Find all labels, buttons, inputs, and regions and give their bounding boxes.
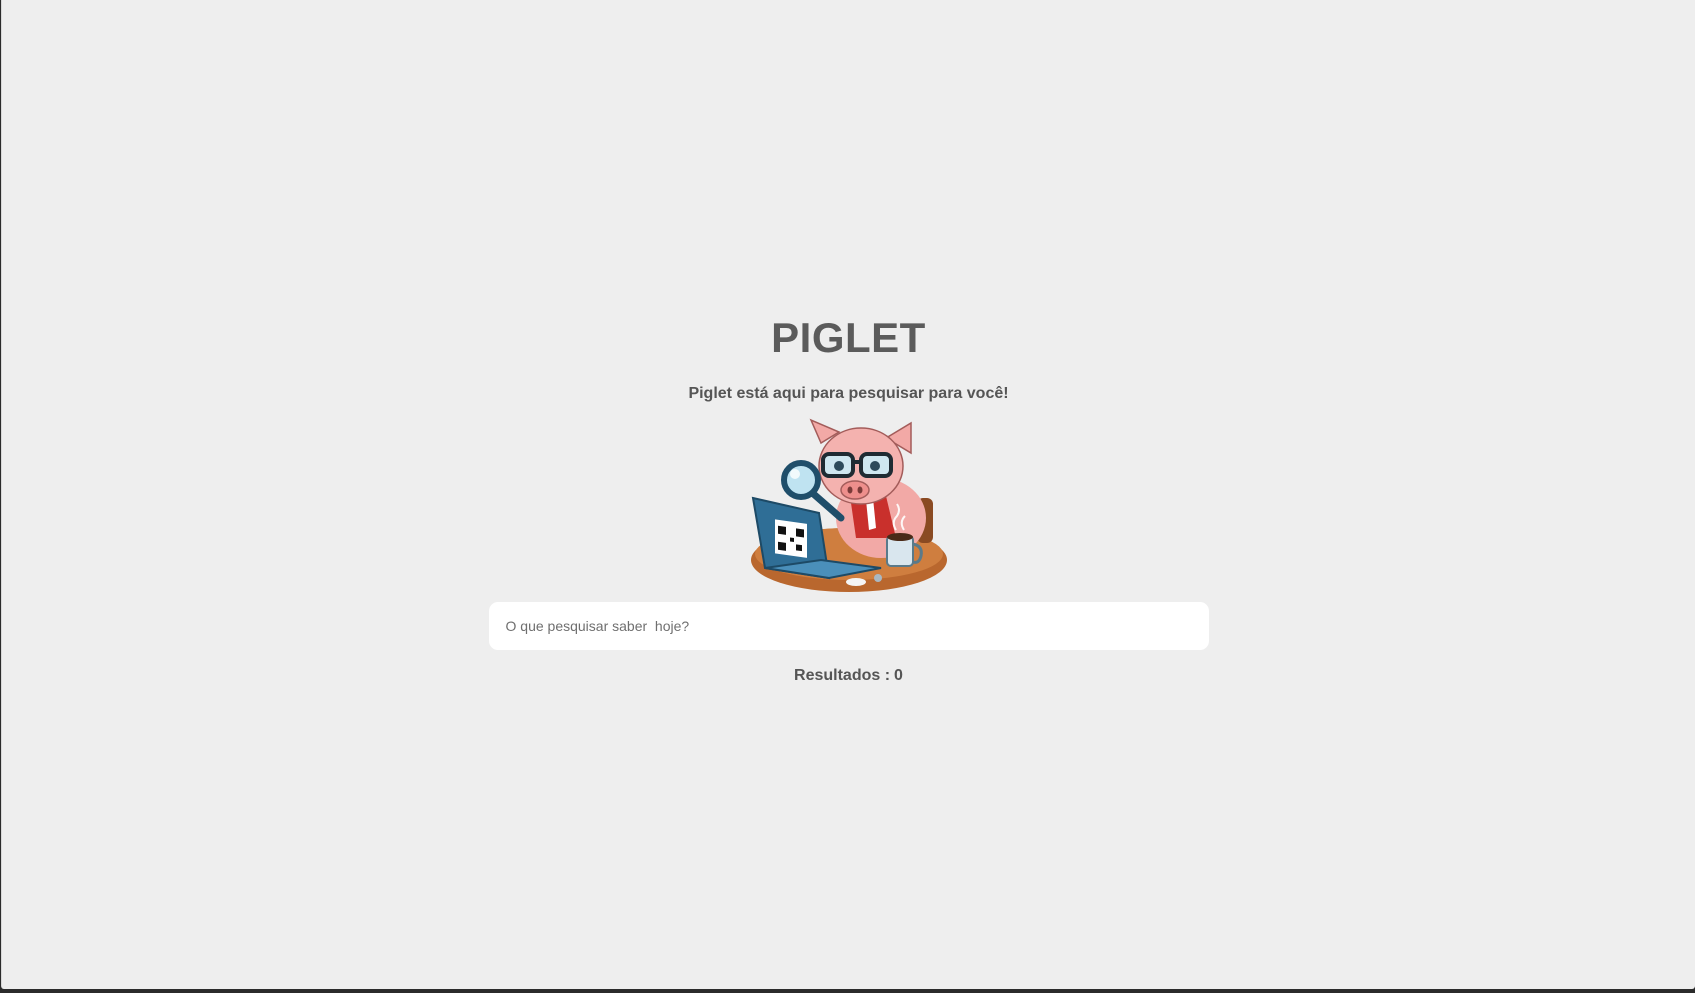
pig-detective-mascot-icon (750, 418, 947, 592)
results-count: 0 (894, 667, 903, 684)
search-input[interactable] (503, 617, 1194, 635)
page-title: PIGLET (771, 314, 926, 361)
main-content: PIGLET Piglet está aqui para pesquisar p… (2, 300, 1695, 685)
page-viewport: PIGLET Piglet está aqui para pesquisar p… (1, 0, 1695, 989)
results-counter: Resultados : 0 (794, 667, 903, 685)
page-subtitle: Piglet está aqui para pesquisar para voc… (688, 385, 1009, 402)
search-box[interactable] (488, 602, 1209, 650)
results-label: Resultados : (794, 667, 891, 684)
